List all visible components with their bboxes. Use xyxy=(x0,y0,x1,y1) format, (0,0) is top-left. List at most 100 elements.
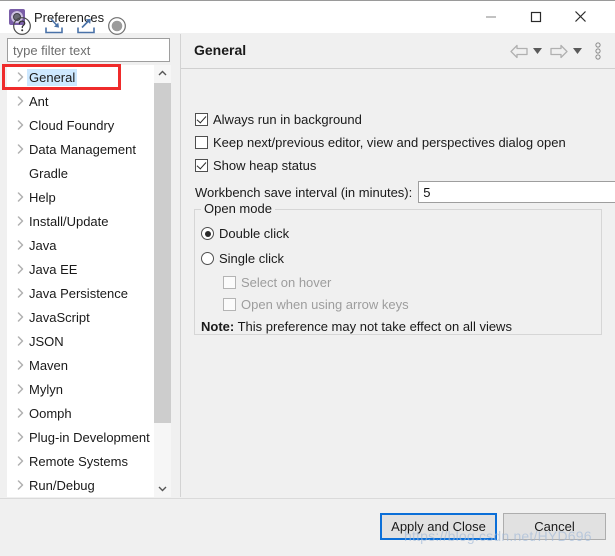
sidebar-item-label: Java Persistence xyxy=(29,285,128,301)
filter-input[interactable] xyxy=(7,38,170,62)
sidebar-item-java[interactable]: Java xyxy=(7,233,155,257)
sidebar-item-label: Cloud Foundry xyxy=(29,117,115,133)
sidebar-item-label: Ant xyxy=(29,93,49,109)
help-icon[interactable] xyxy=(11,15,33,37)
sidebar-item-java-persistence[interactable]: Java Persistence xyxy=(7,281,155,305)
checkbox-show-heap-status[interactable]: Show heap status xyxy=(195,158,316,173)
save-interval-row: Workbench save interval (in minutes): xyxy=(195,181,615,203)
page-title: General xyxy=(194,42,247,58)
apply-and-close-button[interactable]: Apply and Close xyxy=(380,513,497,540)
checkbox-box xyxy=(223,276,236,289)
chevron-right-icon[interactable] xyxy=(13,96,28,106)
chevron-right-icon[interactable] xyxy=(13,312,28,322)
chevron-right-icon[interactable] xyxy=(13,408,28,418)
chevron-right-icon[interactable] xyxy=(13,240,28,250)
sidebar-item-java-ee[interactable]: Java EE xyxy=(7,257,155,281)
checkbox-label: Show heap status xyxy=(213,158,317,173)
record-icon[interactable] xyxy=(106,15,128,37)
checkbox-box[interactable] xyxy=(195,159,208,172)
checkbox-open-with-arrow-keys: Open when using arrow keys xyxy=(223,297,409,312)
sidebar-item-javascript[interactable]: JavaScript xyxy=(7,305,155,329)
save-interval-label: Workbench save interval (in minutes): xyxy=(195,184,413,200)
checkbox-label: Always run in background xyxy=(213,112,362,127)
sidebar-item-cloud-foundry[interactable]: Cloud Foundry xyxy=(7,113,155,137)
scroll-down-icon[interactable] xyxy=(154,480,171,497)
chevron-right-icon[interactable] xyxy=(13,216,28,226)
checkbox-box[interactable] xyxy=(195,113,208,126)
radio-button[interactable] xyxy=(201,227,214,240)
sidebar-item-gradle[interactable]: Gradle xyxy=(7,161,155,185)
checkbox-box xyxy=(223,298,236,311)
checkbox-box[interactable] xyxy=(195,136,208,149)
sidebar-item-general[interactable]: General xyxy=(7,65,155,89)
note-text: This preference may not take effect on a… xyxy=(237,319,512,334)
sidebar-item-label: Oomph xyxy=(29,405,72,421)
checkbox-label: Keep next/previous editor, view and pers… xyxy=(213,135,566,150)
sidebar-item-label: Run/Debug xyxy=(29,477,95,493)
open-mode-note: Note: This preference may not take effec… xyxy=(201,319,512,334)
chevron-right-icon[interactable] xyxy=(13,360,28,370)
sidebar-item-plug-in-development[interactable]: Plug-in Development xyxy=(7,425,155,449)
checkbox-label: Open when using arrow keys xyxy=(241,297,409,312)
back-arrow-icon[interactable] xyxy=(510,43,528,59)
sidebar-item-label: Data Management xyxy=(29,141,136,157)
panel-header: General xyxy=(181,34,615,69)
chevron-right-icon[interactable] xyxy=(13,144,28,154)
sidebar-item-label: Install/Update xyxy=(29,213,109,229)
tree-item-list: General Ant Cloud Foundry Data Management Gr… xyxy=(7,65,155,497)
import-icon[interactable] xyxy=(43,15,65,37)
sidebar-item-run-debug[interactable]: Run/Debug xyxy=(7,473,155,497)
close-button[interactable] xyxy=(558,1,603,32)
forward-arrow-icon[interactable] xyxy=(550,43,568,59)
settings-panel: General Always run in background Keep ne… xyxy=(180,34,615,524)
maximize-button[interactable] xyxy=(513,1,558,32)
open-mode-legend: Open mode xyxy=(201,201,275,216)
back-dropdown-icon[interactable] xyxy=(532,47,543,55)
note-label: Note: xyxy=(201,319,235,334)
sidebar-item-label: JSON xyxy=(29,333,64,349)
sidebar-item-maven[interactable]: Maven xyxy=(7,353,155,377)
radio-button[interactable] xyxy=(201,252,214,265)
scrollbar-thumb[interactable] xyxy=(154,83,171,423)
preferences-tree[interactable]: General Ant Cloud Foundry Data Management Gr… xyxy=(7,65,170,497)
tree-scrollbar[interactable] xyxy=(153,65,171,497)
chevron-right-icon[interactable] xyxy=(13,384,28,394)
chevron-right-icon[interactable] xyxy=(13,192,28,202)
radio-label: Single click xyxy=(219,251,285,266)
checkbox-select-on-hover: Select on hover xyxy=(223,275,331,290)
chevron-right-icon[interactable] xyxy=(13,120,28,130)
sidebar-item-install-update[interactable]: Install/Update xyxy=(7,209,155,233)
chevron-right-icon[interactable] xyxy=(13,480,28,490)
sidebar-item-ant[interactable]: Ant xyxy=(7,89,155,113)
vertical-dots-icon[interactable] xyxy=(593,42,603,60)
chevron-right-icon[interactable] xyxy=(13,264,28,274)
export-icon[interactable] xyxy=(75,15,97,37)
chevron-right-icon[interactable] xyxy=(13,432,28,442)
radio-double-click[interactable]: Double click xyxy=(201,226,289,241)
sidebar-item-help[interactable]: Help xyxy=(7,185,155,209)
sidebar-item-remote-systems[interactable]: Remote Systems xyxy=(7,449,155,473)
checkbox-always-run-in-background[interactable]: Always run in background xyxy=(195,112,362,127)
minimize-button[interactable] xyxy=(468,1,513,32)
radio-label: Double click xyxy=(219,226,290,241)
sidebar-item-label: Gradle xyxy=(29,165,69,181)
chevron-right-icon[interactable] xyxy=(13,288,28,298)
sidebar-item-json[interactable]: JSON xyxy=(7,329,155,353)
sidebar-item-label: Remote Systems xyxy=(29,453,128,469)
sidebar-item-data-management[interactable]: Data Management xyxy=(7,137,155,161)
checkbox-keep-dialog-open[interactable]: Keep next/previous editor, view and pers… xyxy=(195,135,566,150)
sidebar-item-oomph[interactable]: Oomph xyxy=(7,401,155,425)
chevron-right-icon[interactable] xyxy=(13,72,28,82)
sidebar-item-mylyn[interactable]: Mylyn xyxy=(7,377,155,401)
chevron-right-icon[interactable] xyxy=(13,336,28,346)
chevron-right-icon[interactable] xyxy=(13,456,28,466)
cancel-button[interactable]: Cancel xyxy=(503,513,606,540)
scroll-up-icon[interactable] xyxy=(154,65,171,82)
sidebar-item-label: Mylyn xyxy=(29,381,63,397)
sidebar-item-label: Java xyxy=(29,237,57,253)
forward-dropdown-icon[interactable] xyxy=(572,47,583,55)
radio-single-click[interactable]: Single click xyxy=(201,251,284,266)
sidebar-item-label: Java EE xyxy=(29,261,78,277)
save-interval-input[interactable] xyxy=(418,181,615,203)
preferences-dialog: Preferences GeneralAntCloud FoundryData … xyxy=(0,0,615,556)
